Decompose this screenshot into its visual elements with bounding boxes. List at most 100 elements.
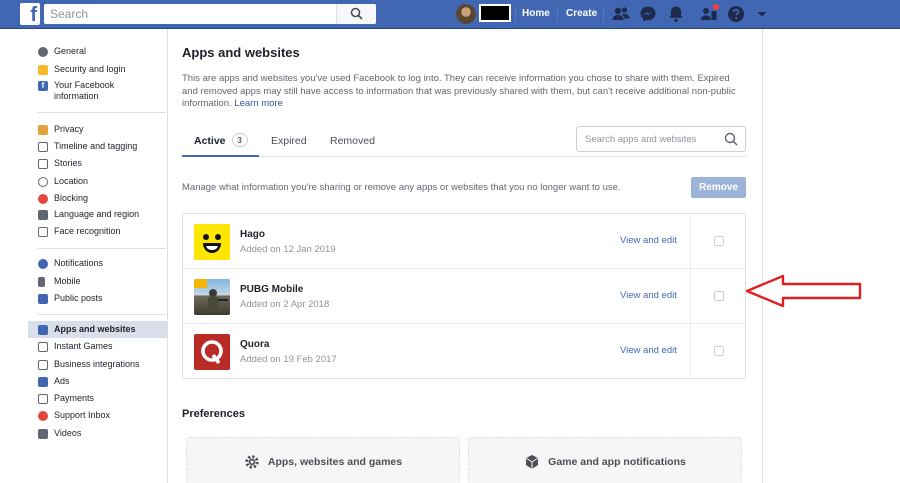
shield-icon <box>38 64 48 75</box>
sidebar-item-public-posts[interactable]: Public posts <box>28 290 167 307</box>
apps-search-box <box>576 126 746 152</box>
facebook-logo[interactable]: f <box>20 3 40 25</box>
mobile-icon <box>38 276 45 287</box>
ads-icon <box>38 376 48 387</box>
top-bar: f Home Create <box>0 0 900 29</box>
cube-icon <box>525 455 539 469</box>
apps-tabs: Active 3 Expired Removed <box>182 126 746 157</box>
row-divider <box>690 214 691 269</box>
face-icon <box>38 226 48 237</box>
app-name[interactable]: Hago <box>240 229 265 240</box>
tab-removed[interactable]: Removed <box>330 129 375 157</box>
chevron-down-icon[interactable] <box>752 4 772 24</box>
remove-button[interactable]: Remove <box>691 177 746 198</box>
search-input[interactable] <box>44 4 334 24</box>
learn-more-link[interactable]: Learn more <box>234 98 283 109</box>
game-app-notifications-card[interactable]: Game and app notifications <box>468 437 742 483</box>
gear-icon <box>245 455 259 469</box>
intro-text: This are apps and websites you've used F… <box>182 73 736 109</box>
view-and-edit-link[interactable]: View and edit <box>620 290 677 301</box>
rss-icon <box>38 293 48 304</box>
pubg-icon[interactable] <box>194 279 230 315</box>
apps-websites-games-card[interactable]: Apps, websites and games <box>186 437 460 483</box>
sidebar-item-payments[interactable]: Payments <box>28 390 167 407</box>
sidebar-item-face-recognition[interactable]: Face recognition <box>28 223 167 240</box>
app-checkbox[interactable] <box>714 291 724 301</box>
manage-description: Manage what information you're sharing o… <box>182 182 621 193</box>
row-divider <box>690 269 691 324</box>
blocking-icon <box>38 193 48 204</box>
settings-sidebar: General Security and login f Your Faceboo… <box>28 29 168 483</box>
sidebar-item-security[interactable]: Security and login <box>28 61 167 78</box>
apps-list: Hago Added on 12 Jan 2019 View and edit … <box>182 213 746 379</box>
app-name[interactable]: Quora <box>240 339 269 350</box>
sidebar-item-stories[interactable]: Stories <box>28 155 167 172</box>
app-added-date: Added on 12 Jan 2019 <box>240 244 336 255</box>
sidebar-item-support-inbox[interactable]: Support Inbox <box>28 407 167 424</box>
row-divider <box>690 324 691 379</box>
help-icon[interactable] <box>726 4 746 24</box>
home-link[interactable]: Home <box>522 0 550 29</box>
app-checkbox[interactable] <box>714 346 724 356</box>
language-icon <box>38 209 48 220</box>
create-link[interactable]: Create <box>566 0 597 29</box>
sidebar-item-notifications[interactable]: Notifications <box>28 255 167 272</box>
sidebar-item-language[interactable]: Language and region <box>28 206 167 223</box>
sidebar-item-timeline[interactable]: Timeline and tagging <box>28 138 167 155</box>
sidebar-item-instant-games[interactable]: Instant Games <box>28 338 167 355</box>
sidebar-item-privacy[interactable]: Privacy <box>28 121 167 138</box>
view-and-edit-link[interactable]: View and edit <box>620 235 677 246</box>
lock-icon <box>38 124 48 135</box>
app-name[interactable]: PUBG Mobile <box>240 284 303 295</box>
sidebar-divider <box>38 248 166 249</box>
avatar[interactable] <box>456 4 476 24</box>
search-box <box>44 4 376 24</box>
timeline-icon <box>38 141 48 152</box>
sidebar-item-general[interactable]: General <box>28 43 167 60</box>
location-icon <box>38 176 48 187</box>
business-icon <box>38 359 48 370</box>
apps-search-input[interactable] <box>577 127 717 151</box>
book-icon <box>38 158 48 169</box>
sidebar-item-videos[interactable]: Videos <box>28 425 167 442</box>
support-icon <box>38 410 48 421</box>
sidebar-item-apps-and-websites[interactable]: Apps and websites <box>28 321 167 338</box>
content-border <box>762 29 763 483</box>
sidebar-item-mobile[interactable]: Mobile <box>28 273 167 290</box>
app-row-pubg-mobile: PUBG Mobile Added on 2 Apr 2018 View and… <box>183 269 745 324</box>
sidebar-item-ads[interactable]: Ads <box>28 373 167 390</box>
tab-expired[interactable]: Expired <box>271 129 307 157</box>
app-added-date: Added on 2 Apr 2018 <box>240 299 330 310</box>
active-count-badge: 3 <box>231 133 248 147</box>
search-button[interactable] <box>336 4 376 24</box>
app-added-date: Added on 19 Feb 2017 <box>240 354 337 365</box>
friend-requests-icon[interactable] <box>611 4 631 24</box>
search-icon[interactable] <box>724 132 738 146</box>
sidebar-item-business-integrations[interactable]: Business integrations <box>28 356 167 373</box>
games-icon <box>38 341 48 352</box>
app-row-quora: Quora Added on 19 Feb 2017 View and edit <box>183 324 745 379</box>
videos-icon <box>38 428 48 439</box>
nav-divider <box>515 6 516 22</box>
globe-icon <box>38 258 48 269</box>
sidebar-item-your-facebook-information[interactable]: f Your Facebook information <box>28 78 148 104</box>
sidebar-item-blocking[interactable]: Blocking <box>28 190 167 207</box>
page-title: Apps and websites <box>182 45 300 60</box>
view-and-edit-link[interactable]: View and edit <box>620 345 677 356</box>
sidebar-item-location[interactable]: Location <box>28 173 167 190</box>
notification-badge <box>712 3 720 11</box>
payments-icon <box>38 393 48 404</box>
search-icon <box>350 7 363 20</box>
annotation-arrow-icon <box>745 274 862 308</box>
profile-name-redacted[interactable] <box>479 4 511 22</box>
nav-divider <box>603 6 604 22</box>
tab-active[interactable]: Active 3 <box>182 129 259 157</box>
sidebar-divider <box>38 112 166 113</box>
apps-icon <box>38 324 48 335</box>
facebook-icon: f <box>38 81 48 91</box>
quora-icon[interactable] <box>194 334 230 370</box>
hago-icon[interactable] <box>194 224 230 260</box>
messenger-icon[interactable] <box>638 4 658 24</box>
app-checkbox[interactable] <box>714 236 724 246</box>
notifications-icon[interactable] <box>666 4 686 24</box>
